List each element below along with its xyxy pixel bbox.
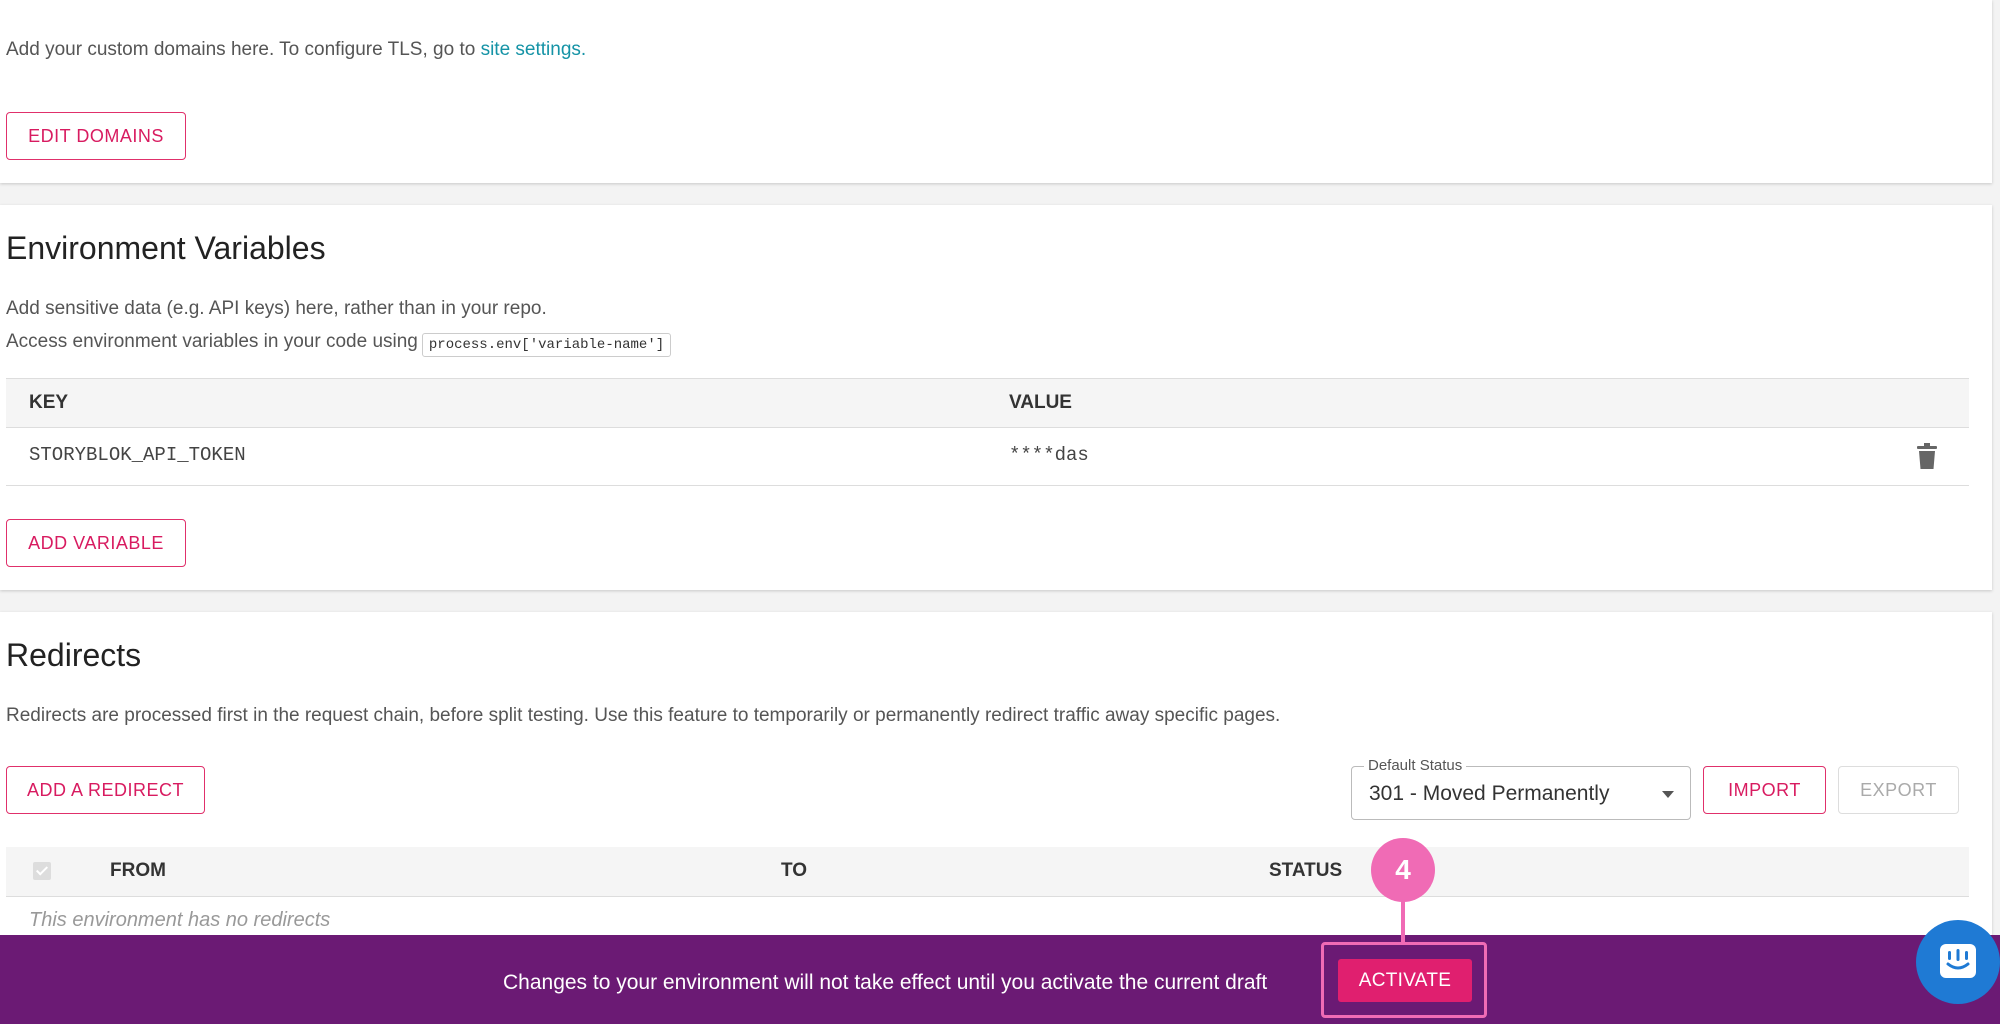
banner-message: Changes to your environment will not tak… [503, 971, 1268, 994]
env-title: Environment Variables [6, 230, 326, 266]
export-button: EXPORT [1838, 766, 1959, 814]
import-button[interactable]: IMPORT [1703, 766, 1826, 814]
default-status-select[interactable]: Default Status 301 - Moved Permanently [1351, 757, 1691, 820]
default-status-label: Default Status [1364, 757, 1467, 774]
activate-button[interactable]: ACTIVATE [1338, 959, 1472, 1002]
activate-highlight: ACTIVATE [1321, 942, 1487, 1018]
chat-icon[interactable] [1916, 920, 2000, 1004]
activate-draft-banner: Changes to your environment will not tak… [0, 935, 2000, 1024]
env-variables-table: KEY VALUE STORYBLOK_API_TOKEN ****das [6, 378, 1969, 486]
callout-connector [1401, 900, 1405, 942]
status-column-header: STATUS [1269, 860, 1343, 881]
env-desc-line2: Access environment variables in your cod… [6, 331, 672, 357]
domains-description-text: Add your custom domains here. To configu… [6, 39, 481, 60]
domains-card: Add your custom domains here. To configu… [0, 0, 1992, 183]
empty-message: This environment has no redirects [29, 909, 331, 931]
to-column-header: TO [781, 860, 808, 881]
from-column-header: FROM [110, 860, 166, 881]
site-settings-link[interactable]: site settings. [481, 39, 587, 60]
redirects-title: Redirects [6, 637, 142, 673]
callout-badge: 4 [1371, 838, 1435, 902]
domains-description: Add your custom domains here. To configu… [6, 39, 586, 61]
env-code-sample: process.env['variable-name'] [421, 333, 672, 357]
redirects-table: FROM TO STATUS This environment has no r… [6, 847, 1969, 947]
select-all-checkbox[interactable] [33, 862, 51, 880]
add-variable-button[interactable]: ADD VARIABLE [6, 519, 186, 567]
edit-domains-button[interactable]: EDIT DOMAINS [6, 112, 186, 160]
trash-icon[interactable] [1917, 443, 1937, 469]
env-row-value: ****das [1009, 444, 1089, 466]
key-column-header: KEY [29, 392, 69, 413]
add-redirect-button[interactable]: ADD A REDIRECT [6, 766, 205, 814]
caret-down-icon [1662, 791, 1674, 798]
default-status-value: 301 - Moved Permanently [1369, 782, 1610, 805]
environment-variables-card: Environment Variables Add sensitive data… [0, 205, 1992, 590]
value-column-header: VALUE [1009, 392, 1072, 413]
env-desc-line1: Add sensitive data (e.g. API keys) here,… [6, 298, 547, 319]
env-row-key: STORYBLOK_API_TOKEN [29, 444, 246, 466]
env-desc-line2-text: Access environment variables in your cod… [6, 331, 418, 352]
table-row: STORYBLOK_API_TOKEN ****das [6, 428, 1969, 486]
redirects-description: Redirects are processed first in the req… [6, 705, 1281, 726]
redirects-table-header: FROM TO STATUS [6, 847, 1969, 897]
env-table-header: KEY VALUE [6, 378, 1969, 428]
